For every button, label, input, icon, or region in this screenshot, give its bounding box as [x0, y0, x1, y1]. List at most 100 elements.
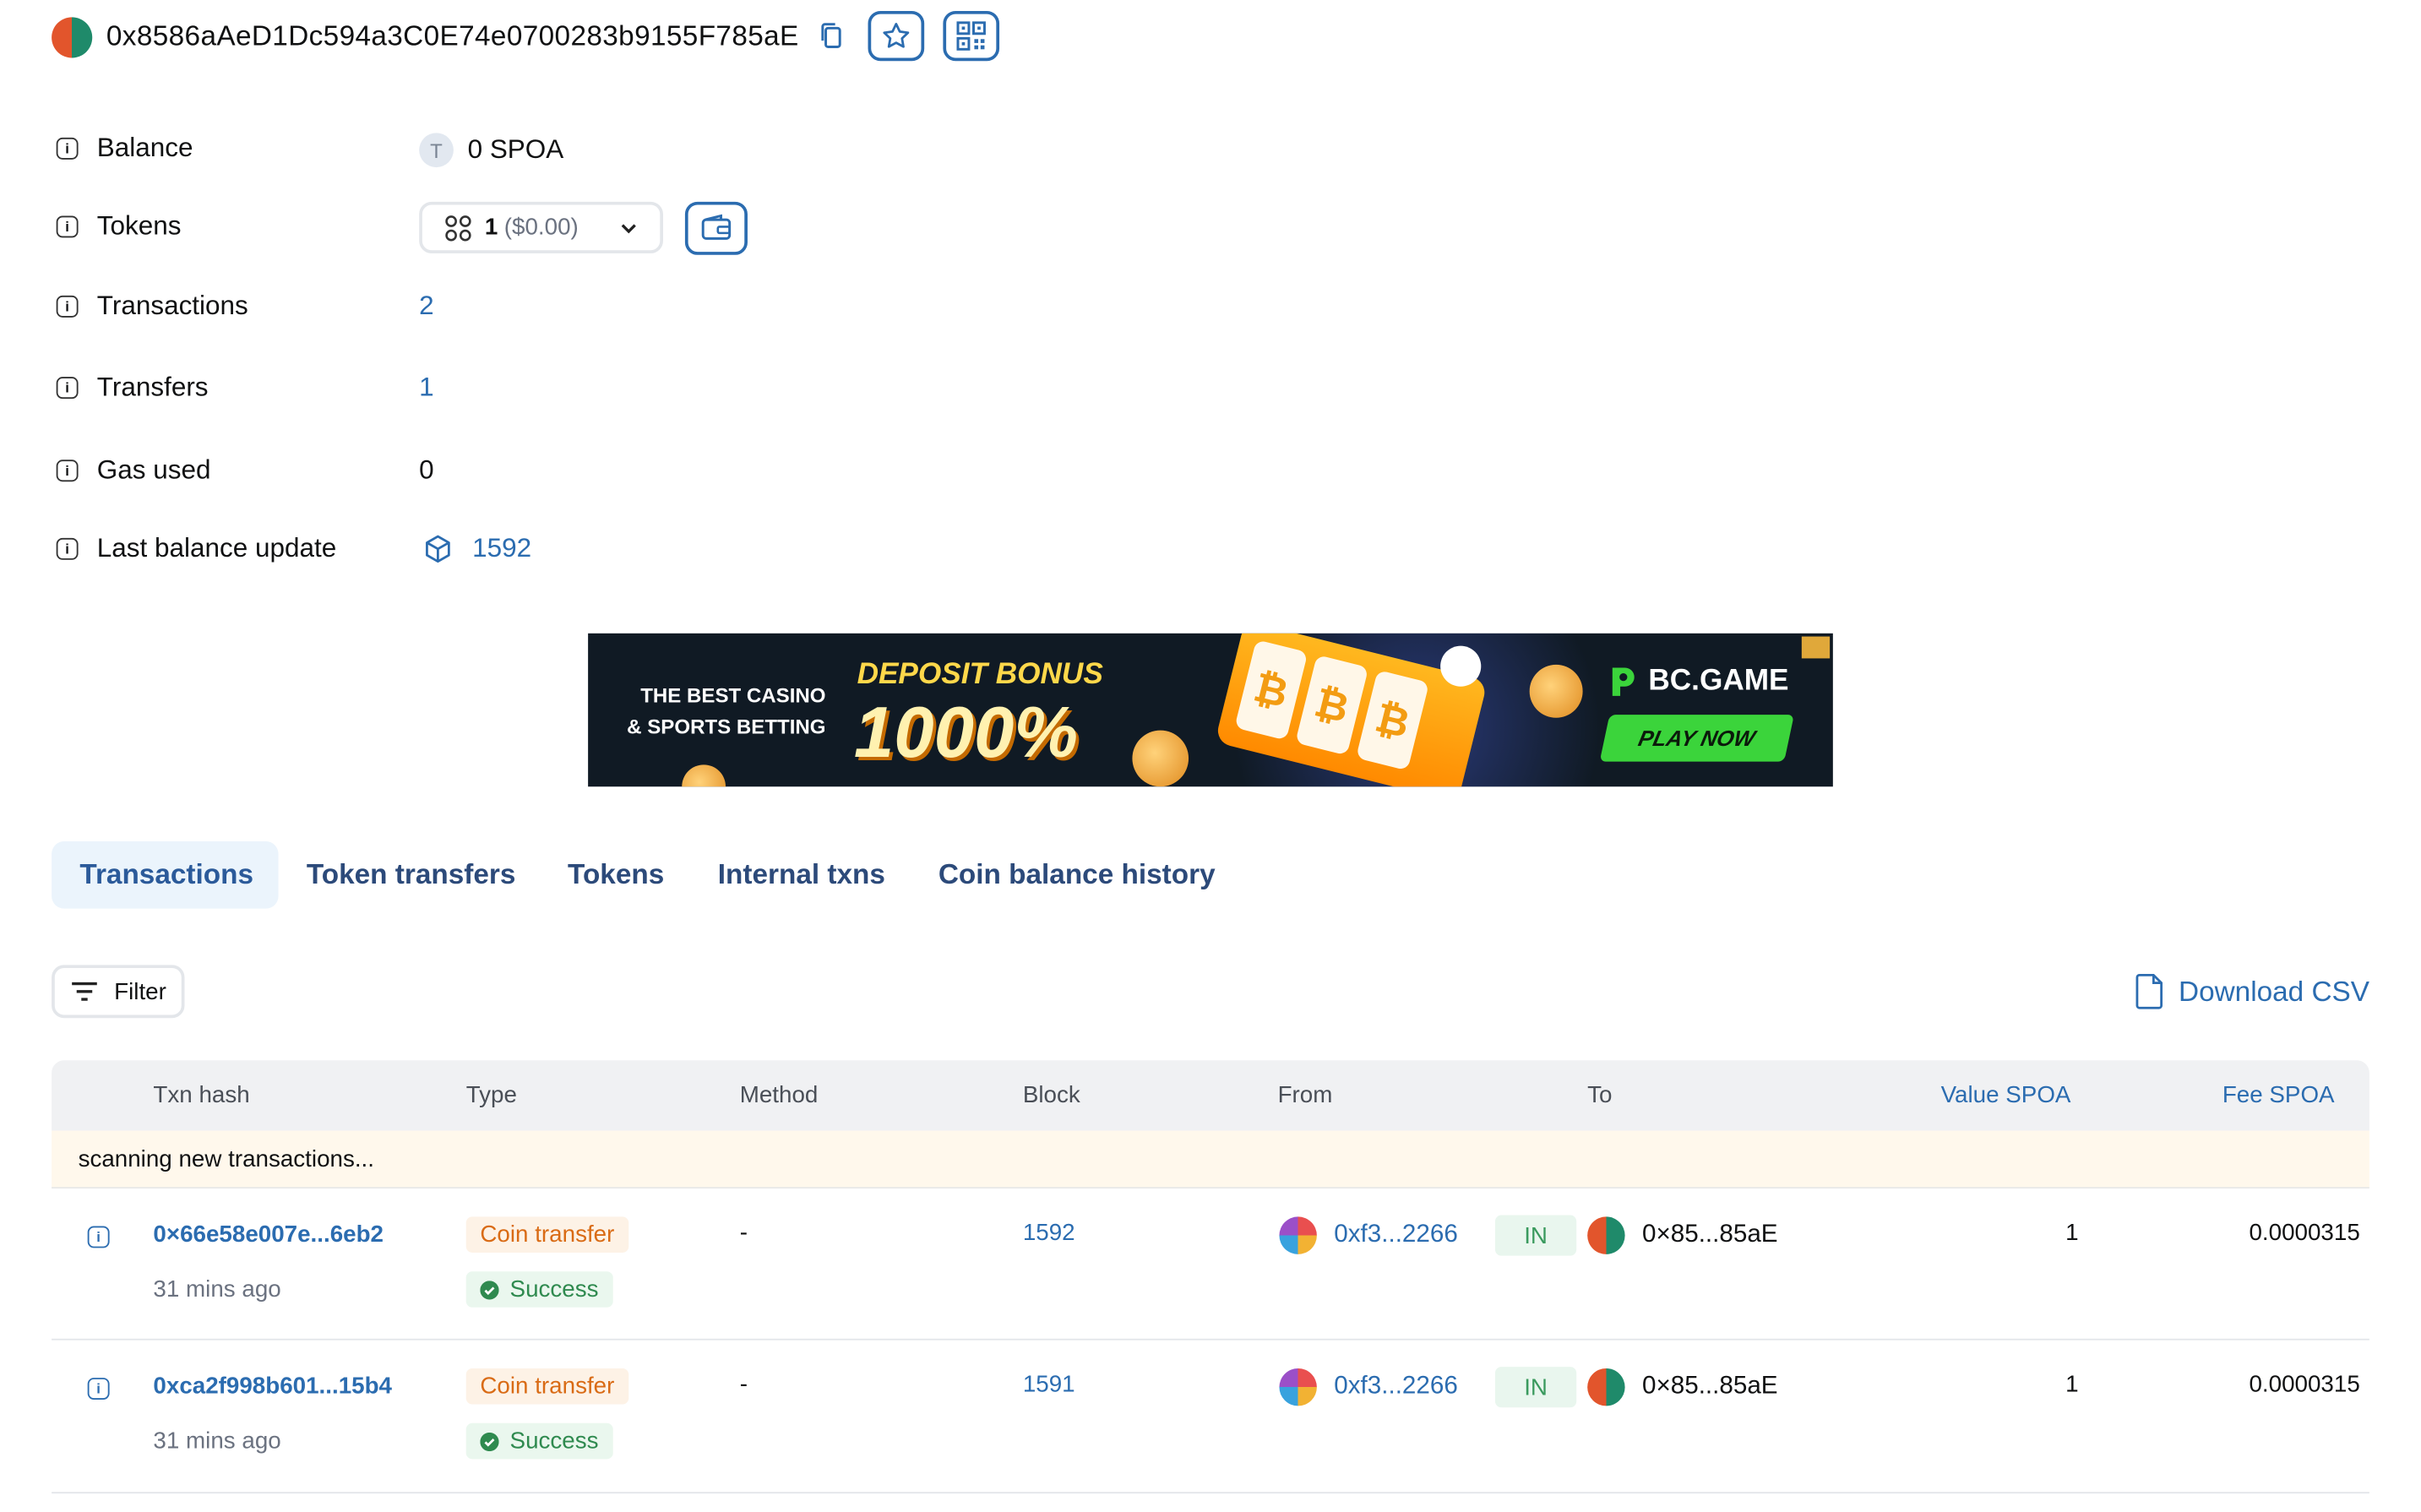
row-divider: [52, 1492, 2369, 1494]
method-value: -: [739, 1371, 748, 1399]
direction-badge: IN: [1494, 1367, 1577, 1408]
info-icon[interactable]: i: [56, 377, 79, 400]
info-icon[interactable]: i: [56, 137, 79, 160]
info-icon[interactable]: i: [87, 1378, 110, 1401]
row-divider: [52, 1338, 2369, 1341]
success-check-icon: [480, 1431, 499, 1451]
transfers-count-link[interactable]: 1: [419, 373, 434, 404]
slot-reel: ₿: [1356, 669, 1430, 771]
column-header-fee-spoa[interactable]: Fee SPOA: [2222, 1060, 2335, 1130]
info-icon[interactable]: i: [56, 537, 79, 560]
transactions-label: Transactions: [96, 291, 248, 321]
status-label: Success: [509, 1275, 599, 1303]
ad-badge-icon[interactable]: [1801, 636, 1831, 659]
from-avatar: [1279, 1216, 1317, 1254]
token-icon: T: [419, 133, 454, 168]
csv-file-icon: [2135, 973, 2163, 1009]
transfers-label: Transfers: [96, 372, 209, 402]
direction-badge: IN: [1494, 1215, 1577, 1256]
qr-code-button[interactable]: [943, 10, 1000, 62]
play-now-button[interactable]: PLAY NOW: [1599, 715, 1794, 762]
tab-tokens[interactable]: Tokens: [540, 841, 693, 909]
tab-token-transfers[interactable]: Token transfers: [279, 841, 544, 909]
wallet-button[interactable]: [684, 201, 748, 255]
from-address-link[interactable]: 0xf3...2266: [1334, 1221, 1458, 1249]
address-page: 0x8586aAeD1Dc594a3C0E74e0700283b9155F785…: [0, 0, 2421, 1501]
banner-tagline-line1: THE BEST CASINO: [640, 683, 826, 707]
balance-label-row: i Balance: [56, 133, 193, 164]
bc-game-brand: BC.GAME: [1648, 664, 1789, 698]
to-avatar: [1587, 1368, 1625, 1406]
filter-button[interactable]: Filter: [52, 965, 185, 1019]
banner-headline: DEPOSIT BONUS: [857, 658, 1103, 692]
balance-amount: 0 SPOA: [467, 134, 564, 165]
type-tag: Coin transfer: [465, 1368, 629, 1405]
block-link[interactable]: 1591: [1023, 1372, 1075, 1398]
success-check-icon: [480, 1280, 499, 1299]
info-icon[interactable]: i: [87, 1226, 110, 1248]
last-balance-block-link[interactable]: 1592: [472, 533, 531, 564]
tab-transactions[interactable]: Transactions: [52, 841, 279, 909]
star-icon: [883, 22, 910, 48]
gas-used-label: Gas used: [96, 454, 211, 485]
tokens-count: 1: [484, 214, 498, 242]
download-csv-link[interactable]: Download CSV: [2135, 973, 2369, 1010]
last-balance-update-label-row: i Last balance update: [56, 533, 337, 564]
method-value: -: [739, 1220, 748, 1247]
balance-value: T 0 SPOA: [419, 133, 564, 168]
column-header-block: Block: [1022, 1082, 1080, 1109]
ad-banner[interactable]: THE BEST CASINO & SPORTS BETTING DEPOSIT…: [588, 633, 1833, 787]
transactions-count-link[interactable]: 2: [419, 291, 434, 322]
column-header-txn-hash: Txn hash: [153, 1082, 250, 1109]
status-label: Success: [509, 1428, 599, 1455]
column-header-method: Method: [739, 1082, 819, 1109]
banner-percent: 1000%: [853, 691, 1079, 773]
tab-coin-balance-history[interactable]: Coin balance history: [911, 841, 1243, 909]
chevron-down-icon: [621, 223, 636, 233]
bc-game-logo: BC.GAME: [1608, 664, 1789, 699]
column-header-value-spoa[interactable]: Value SPOA: [1941, 1060, 2071, 1130]
tokens-grid-icon: [445, 215, 471, 241]
tab-internal-txns[interactable]: Internal txns: [689, 841, 913, 909]
download-csv-label: Download CSV: [2179, 975, 2369, 1007]
txn-age: 31 mins ago: [153, 1428, 281, 1455]
from-address-link[interactable]: 0xf3...2266: [1334, 1373, 1458, 1401]
info-icon[interactable]: i: [56, 295, 79, 318]
soccer-ball-image: [1440, 645, 1482, 687]
txn-age: 31 mins ago: [153, 1275, 281, 1303]
favorite-button[interactable]: [868, 10, 925, 62]
slot-reel: ₿: [1295, 655, 1369, 756]
bc-game-logo-icon: [1612, 667, 1635, 696]
address-avatar: [52, 17, 93, 58]
gas-used-label-row: i Gas used: [56, 454, 211, 487]
column-header-to: To: [1587, 1082, 1613, 1109]
to-address[interactable]: 0×85...85aE: [1642, 1221, 1778, 1249]
filter-label: Filter: [114, 978, 166, 1005]
info-icon[interactable]: i: [56, 460, 79, 482]
transactions-label-row: i Transactions: [56, 291, 248, 322]
banner-tagline-line2: & SPORTS BETTING: [627, 715, 826, 738]
scanning-notice: scanning new transactions...: [52, 1130, 2369, 1189]
type-tag: Coin transfer: [465, 1216, 629, 1253]
txn-hash-link[interactable]: 0xca2f998b601...15b4: [153, 1373, 392, 1400]
value-amount: 1: [2065, 1371, 2079, 1399]
coin-image: [1529, 664, 1583, 718]
slot-reel: ₿: [1234, 639, 1308, 741]
balance-label: Balance: [96, 133, 193, 163]
to-address[interactable]: 0×85...85aE: [1642, 1373, 1778, 1401]
column-header-type: Type: [465, 1082, 517, 1109]
wallet-icon: [701, 214, 732, 240]
copy-icon[interactable]: [819, 22, 843, 58]
transfers-label-row: i Transfers: [56, 372, 209, 404]
qr-code-icon: [956, 21, 986, 51]
txn-hash-link[interactable]: 0×66e58e007e...6eb2: [153, 1221, 384, 1248]
info-icon[interactable]: i: [56, 215, 79, 238]
block-link[interactable]: 1592: [1023, 1220, 1075, 1246]
from-avatar: [1279, 1368, 1317, 1406]
tokens-dropdown[interactable]: 1 ($0.00): [419, 201, 663, 253]
banner-tagline: THE BEST CASINO & SPORTS BETTING: [623, 680, 826, 742]
status-badge: Success: [465, 1271, 613, 1308]
fee-amount: 0.0000315: [2249, 1220, 2360, 1247]
gas-used-value: 0: [419, 454, 434, 485]
address-title: 0x8586aAeD1Dc594a3C0E74e0700283b9155F785…: [106, 20, 799, 52]
